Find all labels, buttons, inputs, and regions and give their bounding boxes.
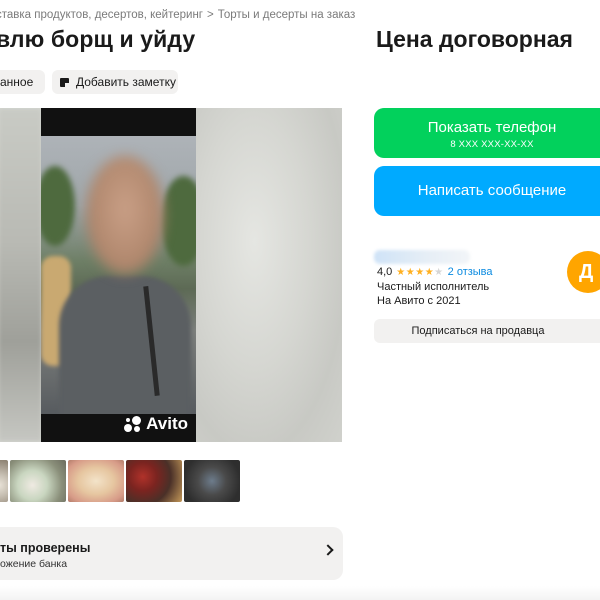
star-icon: ★: [396, 266, 406, 278]
seller-type: Частный исполнитель: [377, 281, 490, 293]
watermark-text: Avito: [146, 414, 188, 433]
favorite-label: анное: [0, 75, 34, 89]
avito-logo-icon: [124, 416, 142, 432]
write-message-button[interactable]: Написать сообщение: [374, 166, 600, 216]
photo-scene: [41, 136, 196, 414]
show-phone-button[interactable]: Показать телефон 8 XXX XXX-XX-XX: [374, 108, 600, 158]
photo-gallery[interactable]: Avito: [0, 108, 342, 442]
star-icon: ★: [415, 266, 425, 278]
photo-face-blurred: [86, 156, 164, 274]
photo-person: [59, 276, 191, 414]
show-phone-label: Показать телефон: [427, 119, 557, 136]
seller-since: На Авито с 2021: [377, 295, 461, 307]
seller-rating: 4,0 ★★★★★ 2 отзыва: [377, 266, 493, 278]
listing-price: Цена договорная: [376, 26, 573, 52]
star-icon: ★: [434, 266, 444, 278]
thumbnail[interactable]: [68, 460, 124, 502]
reviews-link[interactable]: 2 отзыва: [448, 266, 493, 278]
avatar[interactable]: Д: [567, 251, 600, 293]
avito-watermark: Avito: [124, 414, 188, 434]
star-icon: ★: [405, 266, 416, 278]
thumbnail[interactable]: [10, 460, 66, 502]
rating-value: 4,0: [377, 266, 393, 278]
favorite-button[interactable]: анное: [0, 70, 45, 94]
chevron-right-icon: [322, 544, 334, 556]
thumbnail[interactable]: [0, 460, 8, 502]
star-icon: ★: [424, 266, 435, 278]
gallery-background-left: [0, 108, 42, 442]
masked-phone-number: 8 XXX XXX-XX-XX: [450, 139, 534, 150]
photo-tree: [41, 166, 75, 246]
verified-title: ты проверены: [0, 541, 91, 555]
listing-title: влю борщ и уйду: [0, 26, 196, 52]
breadcrumb-item-cakes[interactable]: Торты и десерты на заказ: [218, 9, 356, 21]
verified-documents-banner[interactable]: ты проверены ожение банка: [0, 527, 343, 580]
rating-stars: ★★★★★: [396, 267, 443, 278]
verified-subtitle: ожение банка: [0, 558, 68, 570]
add-note-label: Добавить заметку: [76, 75, 176, 89]
breadcrumb-separator: >: [207, 9, 214, 21]
page-bottom-fade: [0, 586, 600, 600]
subscribe-seller-button[interactable]: Подписаться на продавца: [374, 319, 600, 343]
photo-tree: [161, 176, 196, 266]
note-icon: [60, 77, 69, 87]
add-note-button[interactable]: Добавить заметку: [52, 70, 178, 94]
gallery-background-right: [196, 108, 342, 442]
thumbnail-strip: [0, 460, 240, 502]
main-photo[interactable]: Avito: [41, 108, 196, 442]
thumbnail[interactable]: [184, 460, 240, 502]
seller-name-blurred[interactable]: [374, 250, 470, 264]
thumbnail[interactable]: [126, 460, 182, 502]
breadcrumb-item-delivery[interactable]: ставка продуктов, десертов, кейтеринг: [0, 9, 203, 21]
breadcrumb: ставка продуктов, десертов, кейтеринг > То…: [0, 9, 355, 21]
